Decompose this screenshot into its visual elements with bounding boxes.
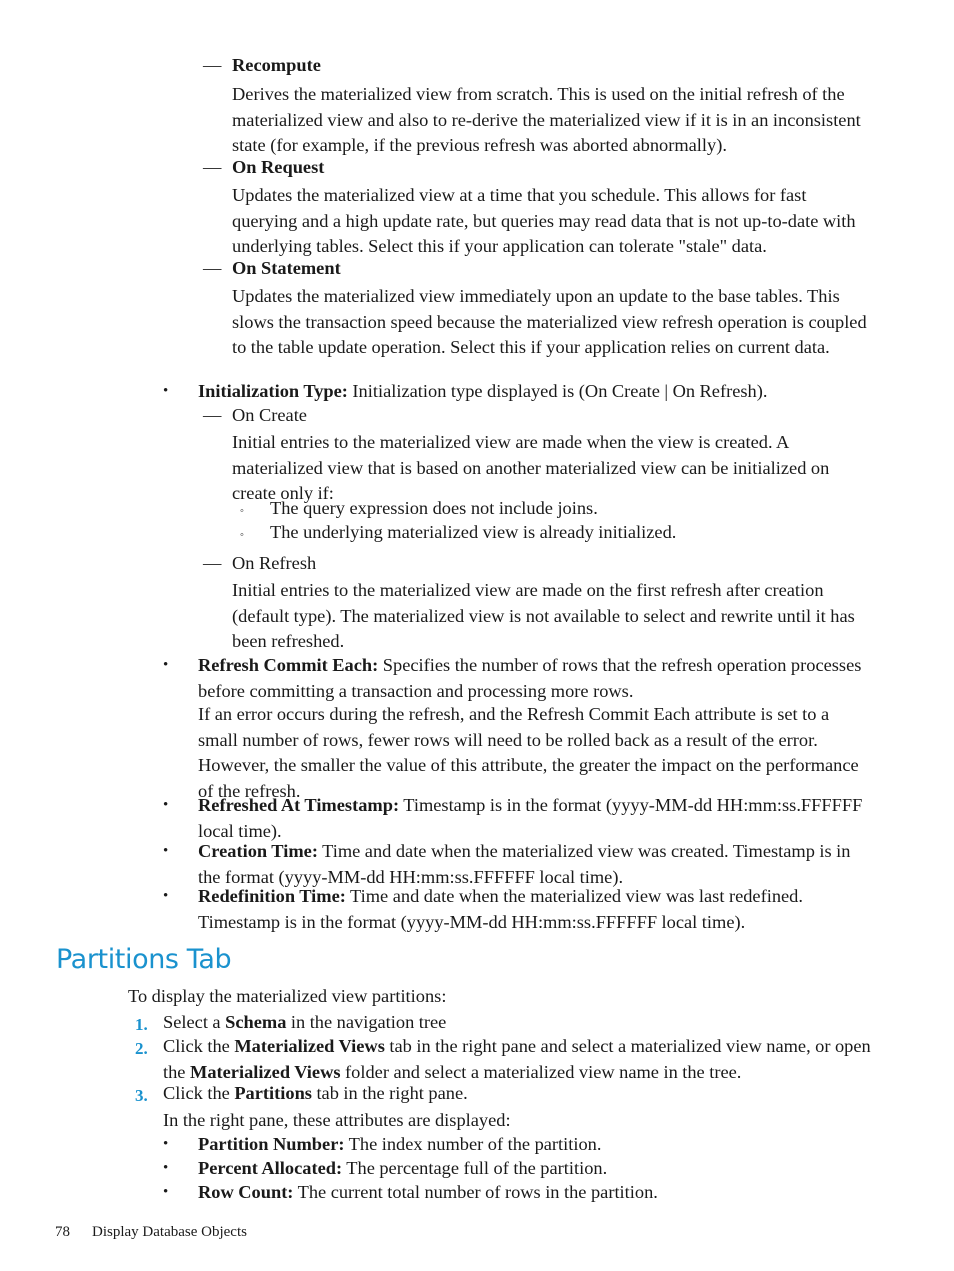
term-recompute: Recompute xyxy=(232,55,321,75)
body-refresh-commit-each-2: If an error occurs during the refresh, a… xyxy=(198,704,859,801)
bullet-marker: • xyxy=(163,797,169,813)
term-on-refresh: On Refresh xyxy=(232,553,317,573)
step3-bold: Partitions xyxy=(234,1083,312,1103)
step-number-1: 1. xyxy=(135,1015,148,1034)
term-on-create: On Create xyxy=(232,405,307,425)
bullet-marker: • xyxy=(163,657,169,673)
circle-marker: ◦ xyxy=(240,505,244,517)
item-row-count: Row Count: The current total number of r… xyxy=(198,1180,872,1206)
item-redefinition-time: Redefinition Time: Time and date when th… xyxy=(198,884,872,935)
dash-marker: — xyxy=(203,405,222,425)
document-page: — Recompute Derives the materialized vie… xyxy=(0,0,954,1271)
body-on-statement: Updates the materialized view immediatel… xyxy=(232,286,867,358)
bullet-marker: • xyxy=(163,888,169,904)
bullet-marker: • xyxy=(163,1184,169,1200)
step3-pre: Click the xyxy=(163,1083,235,1103)
item-creation-time: Creation Time: Time and date when the ma… xyxy=(198,839,872,890)
label-row-count: Row Count: xyxy=(198,1182,294,1202)
dash-marker: — xyxy=(203,157,222,177)
step2-post: folder and select a materialized view na… xyxy=(340,1061,742,1082)
item-initialization-type: Initialization Type: Initialization type… xyxy=(198,379,872,405)
step1-bold: Schema xyxy=(225,1012,287,1032)
body-on-request: Updates the materialized view at a time … xyxy=(232,185,856,257)
step-item-1: Select a Schema in the navigation tree xyxy=(163,1010,872,1036)
label-redefinition-time: Redefinition Time: xyxy=(198,886,346,906)
page-title: Partitions Tab xyxy=(56,944,232,975)
step-number-2: 2. xyxy=(135,1039,148,1058)
step3-post: tab in the right pane. xyxy=(311,1083,468,1103)
label-refreshed-at-timestamp: Refreshed At Timestamp: xyxy=(198,795,400,815)
step2-pre: Click the xyxy=(163,1036,235,1056)
step1-pre: Select a xyxy=(163,1012,226,1032)
attributes-intro: In the right pane, these attributes are … xyxy=(163,1110,511,1130)
body-on-refresh: Initial entries to the materialized view… xyxy=(232,580,855,652)
term-on-request: On Request xyxy=(232,157,325,177)
item-refreshed-at-timestamp: Refreshed At Timestamp: Timestamp is in … xyxy=(198,793,878,844)
step2-bold2: Materialized Views xyxy=(189,1061,341,1082)
body-row-count: The current total number of rows in the … xyxy=(293,1182,658,1202)
subitem-underlying-view: The underlying materialized view is alre… xyxy=(270,522,677,542)
dash-marker: — xyxy=(203,553,222,573)
step-item-2: Click the Materialized Views tab in the … xyxy=(163,1034,872,1085)
intro-text: To display the materialized view partiti… xyxy=(128,986,447,1006)
footer-title: Display Database Objects xyxy=(92,1224,247,1240)
dash-marker: — xyxy=(203,55,222,75)
body-percent-allocated: The percentage full of the partition. xyxy=(342,1158,608,1178)
label-refresh-commit-each: Refresh Commit Each: xyxy=(198,655,379,675)
bullet-marker: • xyxy=(163,843,169,859)
bullet-marker: • xyxy=(163,1136,169,1152)
dash-marker: — xyxy=(203,258,222,278)
body-recompute: Derives the materialized view from scrat… xyxy=(232,84,861,156)
item-percent-allocated: Percent Allocated: The percentage full o… xyxy=(198,1156,872,1182)
bullet-marker: • xyxy=(163,383,169,399)
body-initialization-type: Initialization type displayed is (On Cre… xyxy=(347,381,768,401)
body-partition-number: The index number of the partition. xyxy=(344,1134,602,1154)
bullet-marker: • xyxy=(163,1160,169,1176)
term-on-statement: On Statement xyxy=(232,258,341,278)
footer-page-number: 78 xyxy=(55,1224,70,1240)
step-number-3: 3. xyxy=(135,1086,148,1105)
step2-bold1: Materialized Views xyxy=(234,1036,385,1056)
label-creation-time: Creation Time: xyxy=(198,841,318,861)
subitem-query-expression: The query expression does not include jo… xyxy=(270,498,598,518)
label-initialization-type: Initialization Type: xyxy=(198,381,348,401)
label-percent-allocated: Percent Allocated: xyxy=(198,1158,343,1178)
item-partition-number: Partition Number: The index number of th… xyxy=(198,1132,872,1158)
step-item-3: Click the Partitions tab in the right pa… xyxy=(163,1081,872,1107)
label-partition-number: Partition Number: xyxy=(198,1134,345,1154)
step1-post: in the navigation tree xyxy=(286,1012,447,1032)
item-refresh-commit-each: Refresh Commit Each: Specifies the numbe… xyxy=(198,653,872,704)
circle-marker: ◦ xyxy=(240,529,244,541)
